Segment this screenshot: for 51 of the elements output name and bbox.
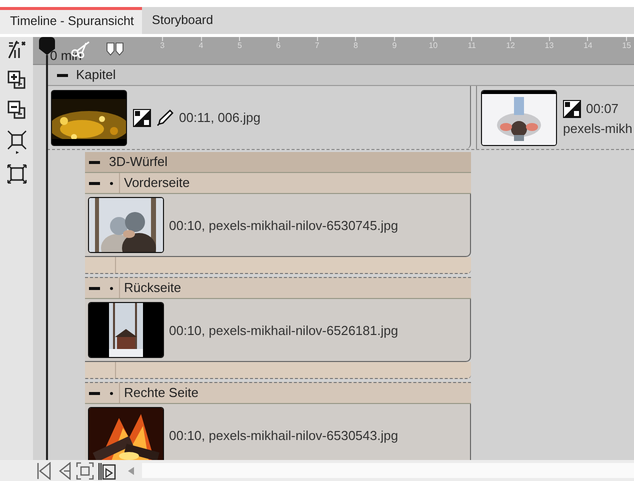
dot-icon	[110, 182, 113, 184]
percent-bars-icon[interactable]	[6, 40, 26, 60]
clip-label: 00:10, pexels-mikhail-nilov-6530745.jpg	[169, 218, 398, 232]
track-header[interactable]: Vorderseite	[85, 173, 471, 194]
first-frame-icon[interactable]	[36, 462, 52, 480]
pen-icon[interactable]	[156, 108, 174, 126]
shrink-icon[interactable]	[6, 130, 26, 154]
clip-label: 00:10, pexels-mikhail-nilov-6530543.jpg	[169, 428, 398, 442]
marker-icon[interactable]	[106, 42, 124, 56]
playhead[interactable]	[38, 37, 56, 460]
clip-label: 00:07	[586, 101, 619, 116]
tick-label: 5	[237, 41, 242, 51]
clip-label: 00:11, 006.jpg	[179, 110, 260, 125]
tick-label: 7	[314, 41, 320, 51]
chapter-header[interactable]: Kapitel	[47, 65, 634, 86]
group-header[interactable]: 3D-Würfel	[85, 152, 471, 173]
tab[interactable]: Timeline - Spuransicht	[0, 7, 142, 34]
clip-card[interactable]: 00:10, pexels-mikhail-nilov-6530745.jpg	[85, 194, 471, 257]
expand-icon[interactable]	[6, 164, 26, 184]
tick-label: 13	[544, 41, 554, 51]
tick-label: 12	[506, 41, 515, 51]
collapse-icon[interactable]	[89, 286, 100, 290]
clip-card[interactable]: 00:10, pexels-mikhail-nilov-6526181.jpg	[85, 299, 471, 362]
tick-label: 10	[428, 41, 438, 51]
fit-icon[interactable]	[76, 462, 94, 480]
transition-icon[interactable]	[563, 100, 581, 118]
collapse-icon[interactable]	[89, 392, 100, 394]
tick-label: 9	[392, 41, 397, 51]
tick-label: 11	[468, 41, 476, 51]
clip-card[interactable]: 00:07 pexels-mikh	[476, 86, 634, 149]
dot-icon	[110, 392, 113, 394]
play-frame-icon[interactable]	[98, 462, 116, 480]
collapse-icon[interactable]	[57, 74, 68, 76]
add-track-icon[interactable]	[6, 70, 26, 90]
clip-label: pexels-mikh	[563, 120, 632, 136]
collapse-icon[interactable]	[89, 160, 100, 164]
tab[interactable]: Storyboard	[142, 7, 220, 34]
clip-label: 00:10, pexels-mikhail-nilov-6526181.jpg	[169, 322, 398, 338]
transition-icon[interactable]	[133, 108, 151, 126]
remove-track-icon[interactable]	[6, 100, 26, 120]
dot-icon	[110, 286, 113, 290]
tick-label: 8	[354, 41, 358, 51]
tick-label: 3	[160, 41, 165, 51]
tick-label: 15	[622, 41, 632, 51]
tick-label: 14	[583, 41, 592, 51]
tick-label: 6	[276, 41, 281, 51]
collapse-icon[interactable]	[89, 182, 100, 184]
track-header[interactable]: Rückseite	[85, 277, 471, 299]
track-header[interactable]: Rechte Seite	[85, 382, 471, 404]
tick-label: 4	[198, 41, 204, 51]
clip-card[interactable]: 00:10, pexels-mikhail-nilov-6530543.jpg	[85, 404, 471, 460]
